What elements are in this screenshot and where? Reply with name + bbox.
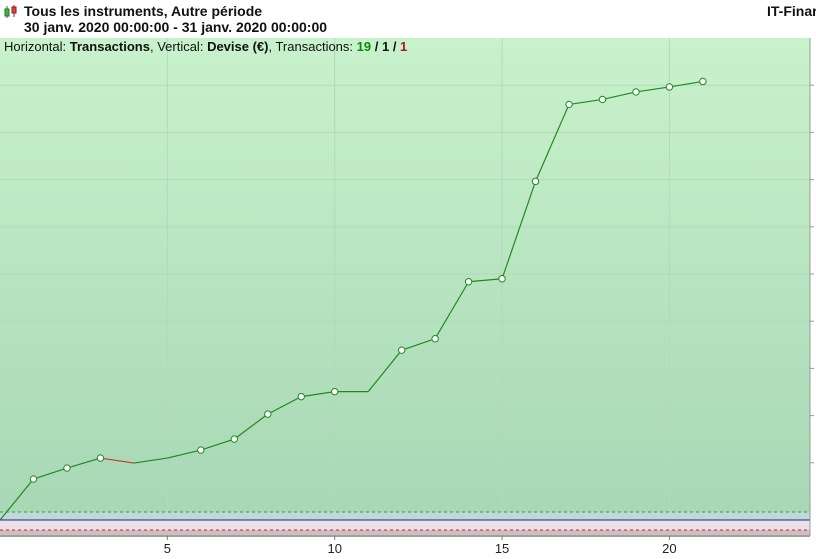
data-point (598, 95, 607, 104)
loss-zone (0, 530, 810, 536)
separator: / (389, 39, 401, 54)
x-axis: 5 10 15 20 (0, 535, 810, 556)
transactions-losing: 1 (400, 39, 408, 54)
zero-band (0, 512, 810, 521)
separator: / (371, 39, 382, 54)
x-tick-label: 5 (164, 541, 171, 556)
data-point (29, 475, 38, 483)
chart-header: Tous les instruments, Autre période 30 j… (0, 0, 816, 39)
candlestick-icon (4, 5, 17, 18)
data-point (197, 446, 205, 454)
data-point (96, 454, 105, 462)
x-tick-label: 20 (662, 541, 676, 556)
x-tick-label: 10 (327, 541, 341, 556)
data-point (331, 387, 339, 396)
x-tick-label: 15 (495, 541, 509, 556)
data-point (699, 77, 707, 86)
data-point (531, 177, 540, 186)
vertical-label: , Vertical: (149, 39, 204, 54)
chart-period: 30 janv. 2020 00:00:00 - 31 janv. 2020 0… (24, 19, 328, 35)
plot-background (0, 38, 810, 537)
zero-zone (0, 511, 810, 536)
data-point (498, 275, 506, 283)
data-point (297, 392, 305, 401)
data-point (63, 464, 71, 472)
brand-label: IT-Finar (767, 3, 816, 19)
chart-title: Tous les instruments, Autre période (24, 3, 263, 19)
chart-plot: 5 10 15 20 (0, 38, 814, 556)
info-bar: Horizontal: Transactions, Vertical: Devi… (4, 39, 407, 54)
data-point (665, 83, 674, 91)
data-point (464, 278, 473, 286)
data-point (632, 88, 640, 96)
right-axis (809, 38, 814, 536)
transactions-label: , Transactions: (268, 39, 354, 54)
loss-band (0, 520, 810, 531)
data-point (565, 100, 573, 109)
horizontal-label: Horizontal: (4, 39, 67, 54)
data-point (431, 334, 439, 343)
data-point (264, 410, 272, 418)
transactions-total: 19 (356, 39, 372, 54)
horizontal-value: Transactions (69, 39, 150, 54)
vertical-value: Devise (€) (207, 39, 269, 54)
data-point (230, 435, 238, 443)
data-point (397, 346, 406, 354)
